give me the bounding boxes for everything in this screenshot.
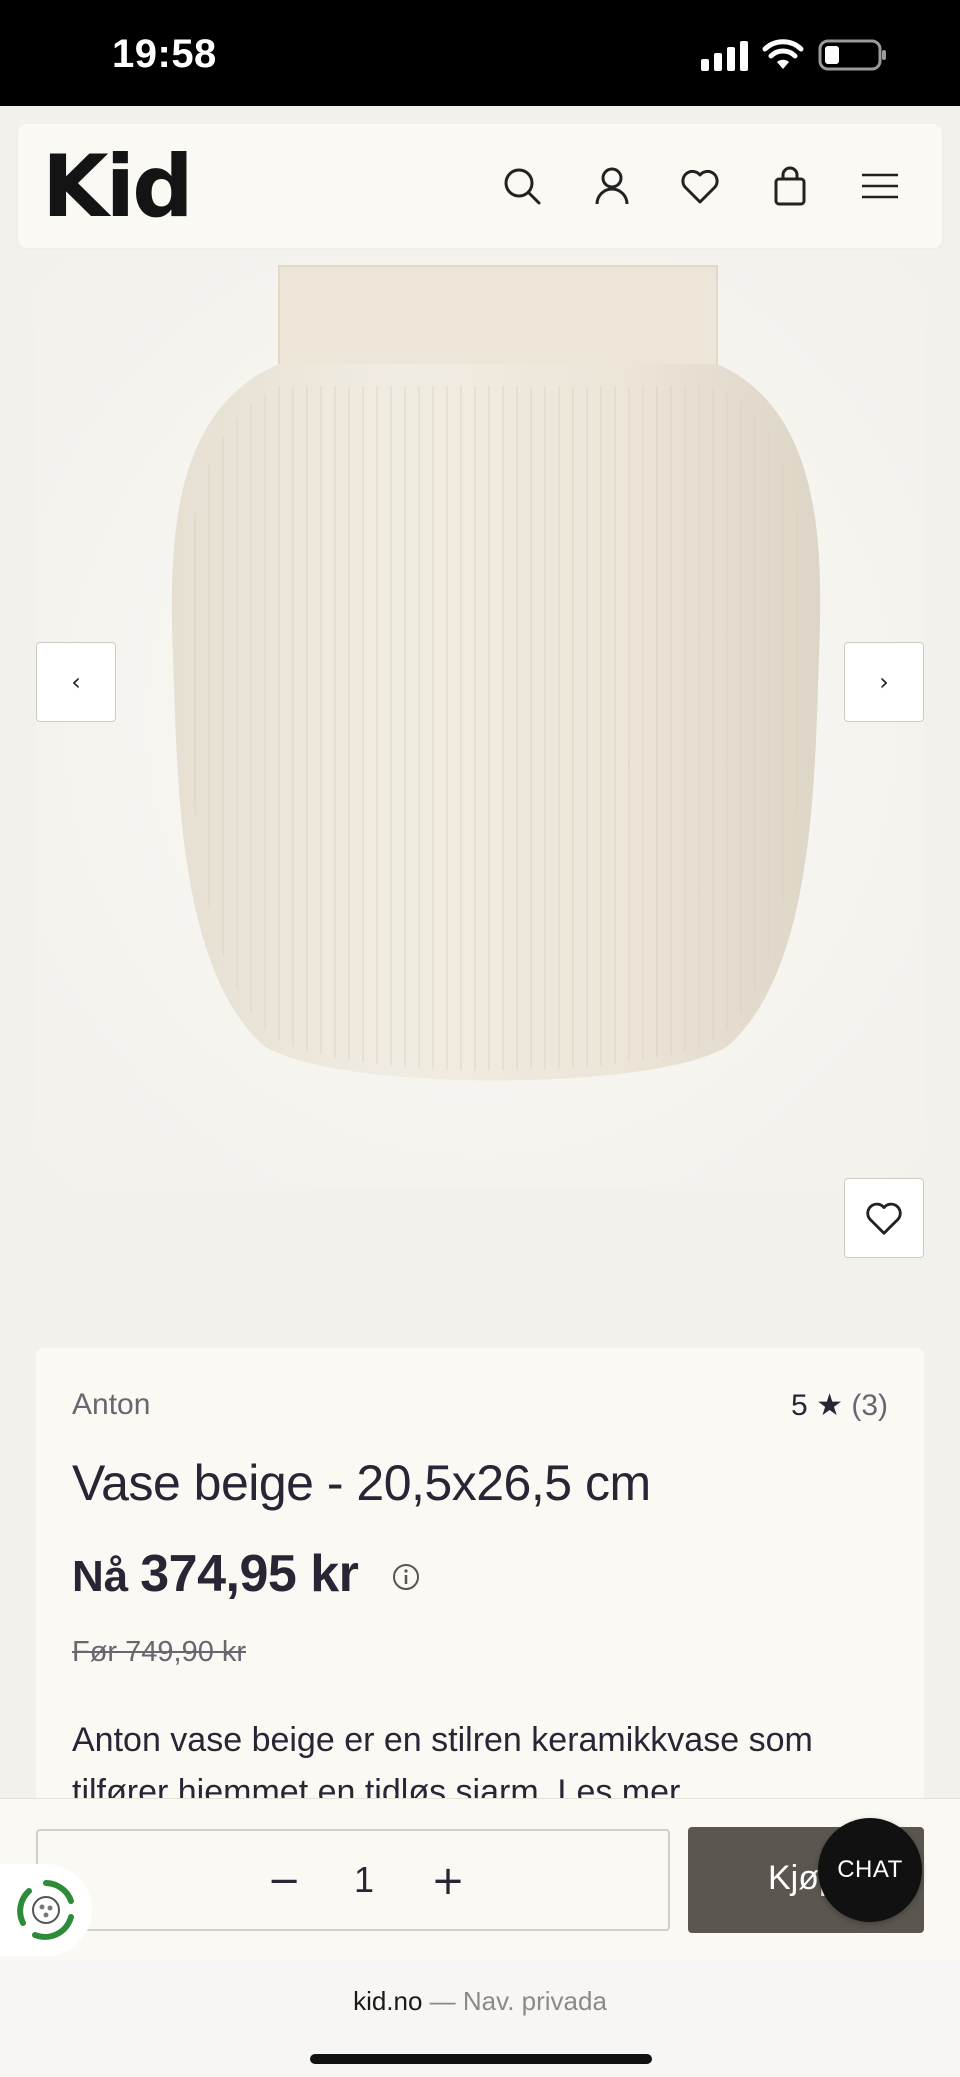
- product-info-card: Anton 5 ★ (3) Vase beige - 20,5x26,5 cm …: [36, 1348, 924, 1811]
- account-icon[interactable]: [588, 162, 636, 210]
- price-row: Nå 374,95 kr: [72, 1544, 422, 1604]
- wishlist-heart-icon[interactable]: [676, 162, 724, 210]
- gallery-next-button[interactable]: ›: [844, 642, 924, 722]
- chevron-left-icon: ‹: [71, 668, 81, 696]
- browser-url[interactable]: kid.no — Nav. privada: [0, 1986, 960, 2017]
- kid-logo[interactable]: Kid: [42, 144, 194, 230]
- old-price: Før 749,90 kr: [72, 1636, 247, 1668]
- product-brand[interactable]: Anton: [72, 1388, 150, 1422]
- add-to-wishlist-button[interactable]: [844, 1178, 924, 1258]
- rating-value: 5: [791, 1389, 808, 1422]
- chat-button[interactable]: CHAT: [818, 1818, 922, 1922]
- current-price: 374,95 kr: [140, 1545, 359, 1603]
- cellular-signal-icon: [701, 39, 748, 71]
- browser-bottom-bar: kid.no — Nav. privada: [0, 1960, 960, 2077]
- product-rating[interactable]: 5 ★ (3): [791, 1388, 888, 1423]
- quantity-value[interactable]: 1: [334, 1859, 394, 1901]
- recycle-icon: [17, 1880, 74, 1940]
- search-icon[interactable]: [498, 162, 546, 210]
- quantity-increase-button[interactable]: +: [424, 1857, 472, 1905]
- gallery-prev-button[interactable]: ‹: [36, 642, 116, 722]
- battery-icon: [818, 39, 886, 71]
- vase-product-image: [171, 265, 821, 1081]
- quantity-stepper: − 1 +: [36, 1829, 670, 1931]
- heart-icon: [866, 1202, 902, 1235]
- info-icon[interactable]: [390, 1561, 422, 1593]
- price-prefix: Nå: [72, 1552, 129, 1601]
- quantity-decrease-button[interactable]: −: [260, 1857, 308, 1905]
- site-header: Kid: [18, 124, 942, 248]
- purchase-bar: − 1 + Kjøp: [0, 1798, 960, 1960]
- wifi-icon: [762, 39, 804, 69]
- product-title: Vase beige - 20,5x26,5 cm: [72, 1455, 651, 1511]
- status-icons: [701, 38, 888, 72]
- private-mode-label: — Nav. privada: [422, 1986, 607, 2016]
- home-indicator[interactable]: [310, 2054, 652, 2064]
- eco-badge[interactable]: [0, 1864, 92, 1956]
- chevron-right-icon: ›: [879, 668, 889, 696]
- status-bar: 19:58: [0, 0, 960, 106]
- product-gallery: ‹ ›: [36, 256, 924, 1258]
- url-domain: kid.no: [353, 1986, 423, 2016]
- menu-icon[interactable]: [856, 162, 904, 210]
- cart-bag-icon[interactable]: [766, 162, 814, 210]
- status-time: 19:58: [112, 32, 217, 76]
- rating-count: (3): [851, 1389, 888, 1422]
- star-icon: ★: [816, 1389, 843, 1422]
